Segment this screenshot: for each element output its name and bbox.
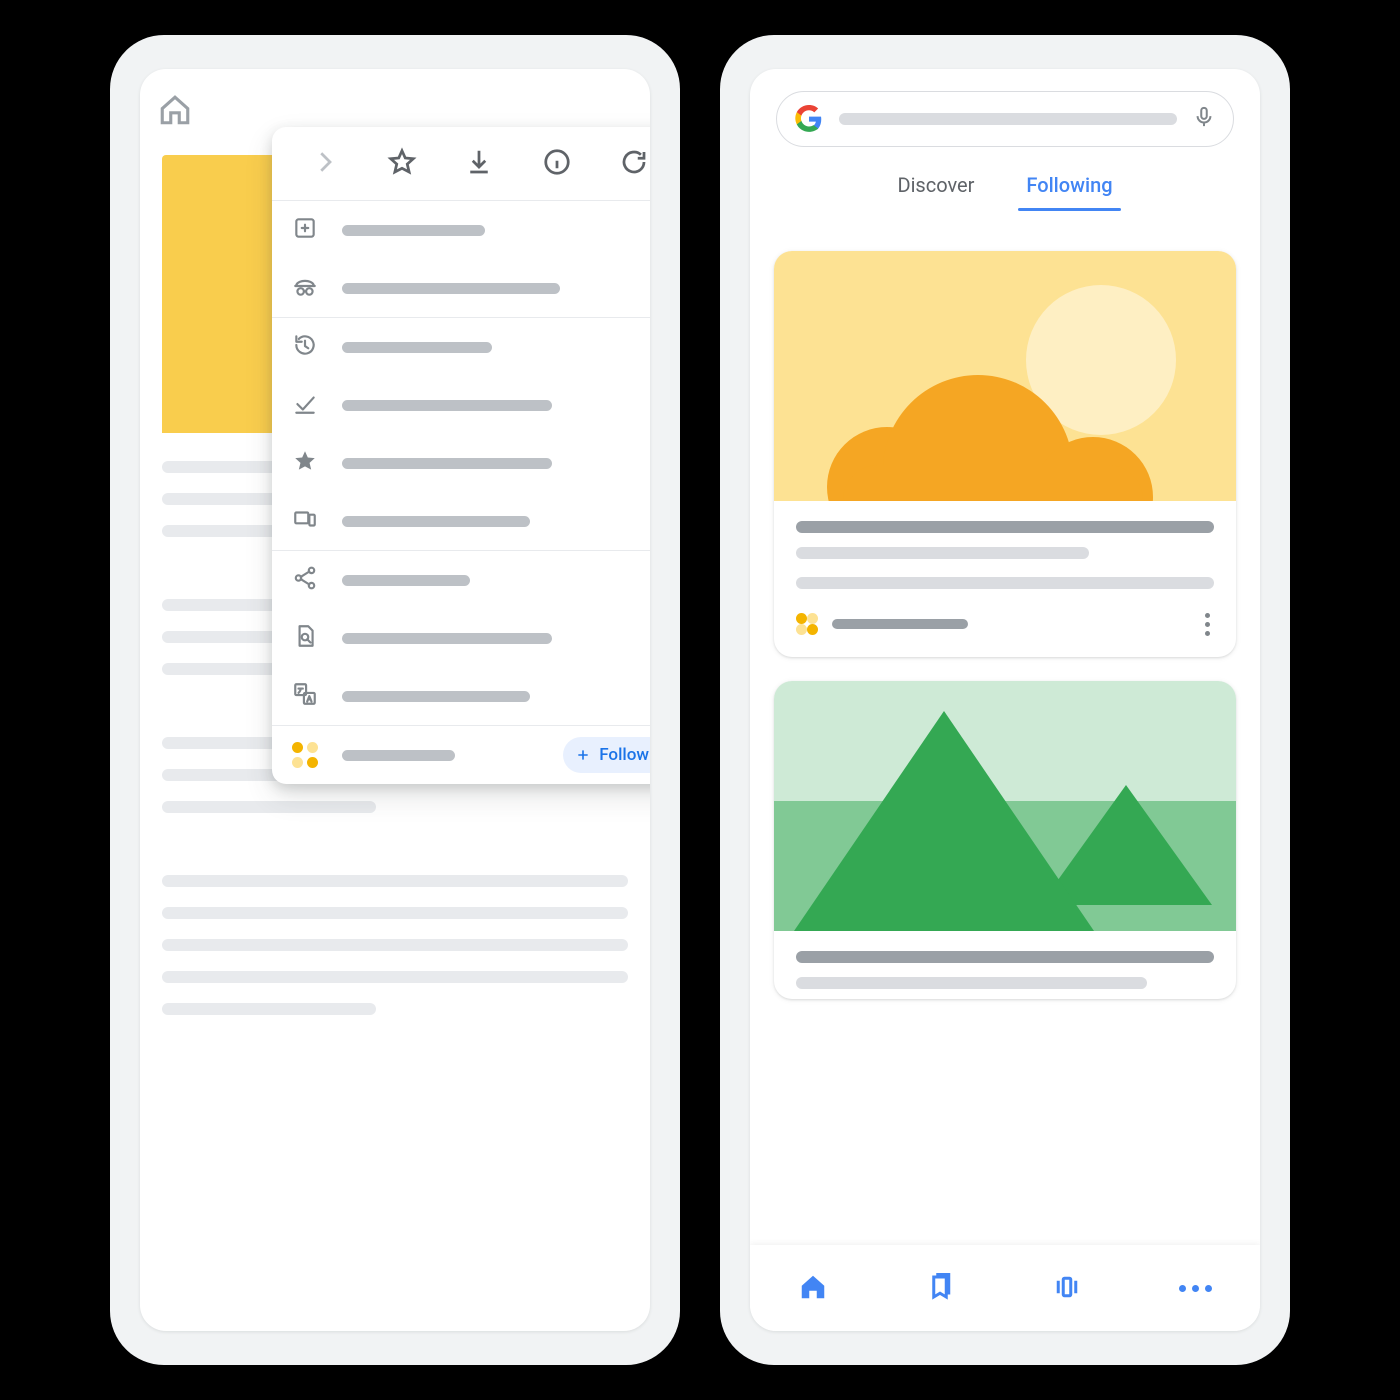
menu-section-library <box>272 318 650 551</box>
search-input[interactable] <box>776 91 1234 147</box>
bottom-nav <box>750 1245 1260 1331</box>
more-icon[interactable] <box>1179 1285 1212 1292</box>
overflow-menu: Follow <box>272 127 650 784</box>
bookmark-icon[interactable] <box>925 1272 955 1306</box>
reload-icon[interactable] <box>619 147 649 181</box>
menu-toolbar <box>272 127 650 201</box>
downloads-done-icon <box>292 390 318 420</box>
menu-item-recent-tabs[interactable] <box>272 492 650 550</box>
forward-icon <box>310 147 340 181</box>
left-phone-screen: Follow <box>140 69 650 1331</box>
menu-item-label <box>342 691 530 702</box>
feed-card[interactable] <box>774 251 1236 657</box>
menu-item-label <box>342 750 455 761</box>
menu-item-history[interactable] <box>272 318 650 376</box>
menu-item-downloads[interactable] <box>272 376 650 434</box>
translate-icon <box>292 681 318 711</box>
menu-item-incognito[interactable] <box>272 259 650 317</box>
publisher-dots-icon <box>292 742 318 768</box>
menu-section-page <box>272 551 650 726</box>
left-phone-frame: Follow <box>110 35 680 1365</box>
skeleton-line <box>162 1003 376 1015</box>
menu-item-share[interactable] <box>272 551 650 609</box>
menu-section-tabs <box>272 201 650 318</box>
menu-item-label <box>342 283 560 294</box>
feed-card[interactable] <box>774 681 1236 999</box>
skeleton-line <box>796 547 1089 559</box>
home-icon[interactable] <box>158 93 192 131</box>
skeleton-line <box>162 907 628 919</box>
publisher-name <box>832 619 968 629</box>
history-icon <box>292 332 318 362</box>
star-icon[interactable] <box>387 147 417 181</box>
follow-button[interactable]: Follow <box>563 737 650 773</box>
search-placeholder <box>839 113 1177 125</box>
menu-item-label <box>342 225 485 236</box>
home-solid-icon[interactable] <box>798 1272 828 1306</box>
card-footer <box>774 603 1236 657</box>
right-phone-screen: Discover Following <box>750 69 1260 1331</box>
skeleton-line <box>162 939 628 951</box>
hill-icon <box>794 711 1094 931</box>
download-icon[interactable] <box>464 147 494 181</box>
share-icon <box>292 565 318 595</box>
menu-item-label <box>342 575 470 586</box>
menu-item-new-tab[interactable] <box>272 201 650 259</box>
feed-tabs: Discover Following <box>750 155 1260 211</box>
mic-icon[interactable] <box>1193 103 1215 135</box>
tab-following[interactable]: Following <box>1024 165 1114 211</box>
card-body <box>774 501 1236 603</box>
kebab-icon[interactable] <box>1192 609 1222 639</box>
info-icon[interactable] <box>542 147 572 181</box>
menu-item-label <box>342 400 552 411</box>
menu-item-find-in-page[interactable] <box>272 609 650 667</box>
menu-item-follow-site[interactable]: Follow <box>272 726 650 784</box>
menu-section-follow: Follow <box>272 726 650 784</box>
bookmarks-icon <box>292 448 318 478</box>
plus-icon <box>575 747 591 763</box>
find-in-page-icon <box>292 623 318 653</box>
skeleton-line <box>796 977 1147 989</box>
skeleton-line <box>162 971 628 983</box>
tab-discover[interactable]: Discover <box>895 165 976 211</box>
skeleton-line <box>162 875 628 887</box>
search-area <box>750 69 1260 155</box>
feed-list[interactable] <box>750 237 1260 1245</box>
menu-item-label <box>342 458 552 469</box>
right-phone-frame: Discover Following <box>720 35 1290 1365</box>
menu-item-translate[interactable] <box>272 667 650 725</box>
skeleton-line <box>796 577 1214 589</box>
menu-item-label <box>342 633 552 644</box>
menu-item-label <box>342 516 530 527</box>
skeleton-line <box>796 951 1214 963</box>
follow-button-label: Follow <box>599 745 649 765</box>
tabs-icon[interactable] <box>1052 1272 1082 1306</box>
skeleton-line <box>162 801 376 813</box>
card-body <box>774 931 1236 999</box>
recent-tabs-icon <box>292 506 318 536</box>
google-logo-icon <box>795 105 823 133</box>
incognito-icon <box>292 273 318 303</box>
card-image-hills <box>774 681 1236 931</box>
publisher-dots-icon <box>796 613 818 635</box>
menu-item-label <box>342 342 492 353</box>
new-tab-icon <box>292 215 318 245</box>
card-image-suncloud <box>774 251 1236 501</box>
menu-item-bookmarks[interactable] <box>272 434 650 492</box>
skeleton-line <box>796 521 1214 533</box>
cloud-icon <box>843 351 1143 501</box>
